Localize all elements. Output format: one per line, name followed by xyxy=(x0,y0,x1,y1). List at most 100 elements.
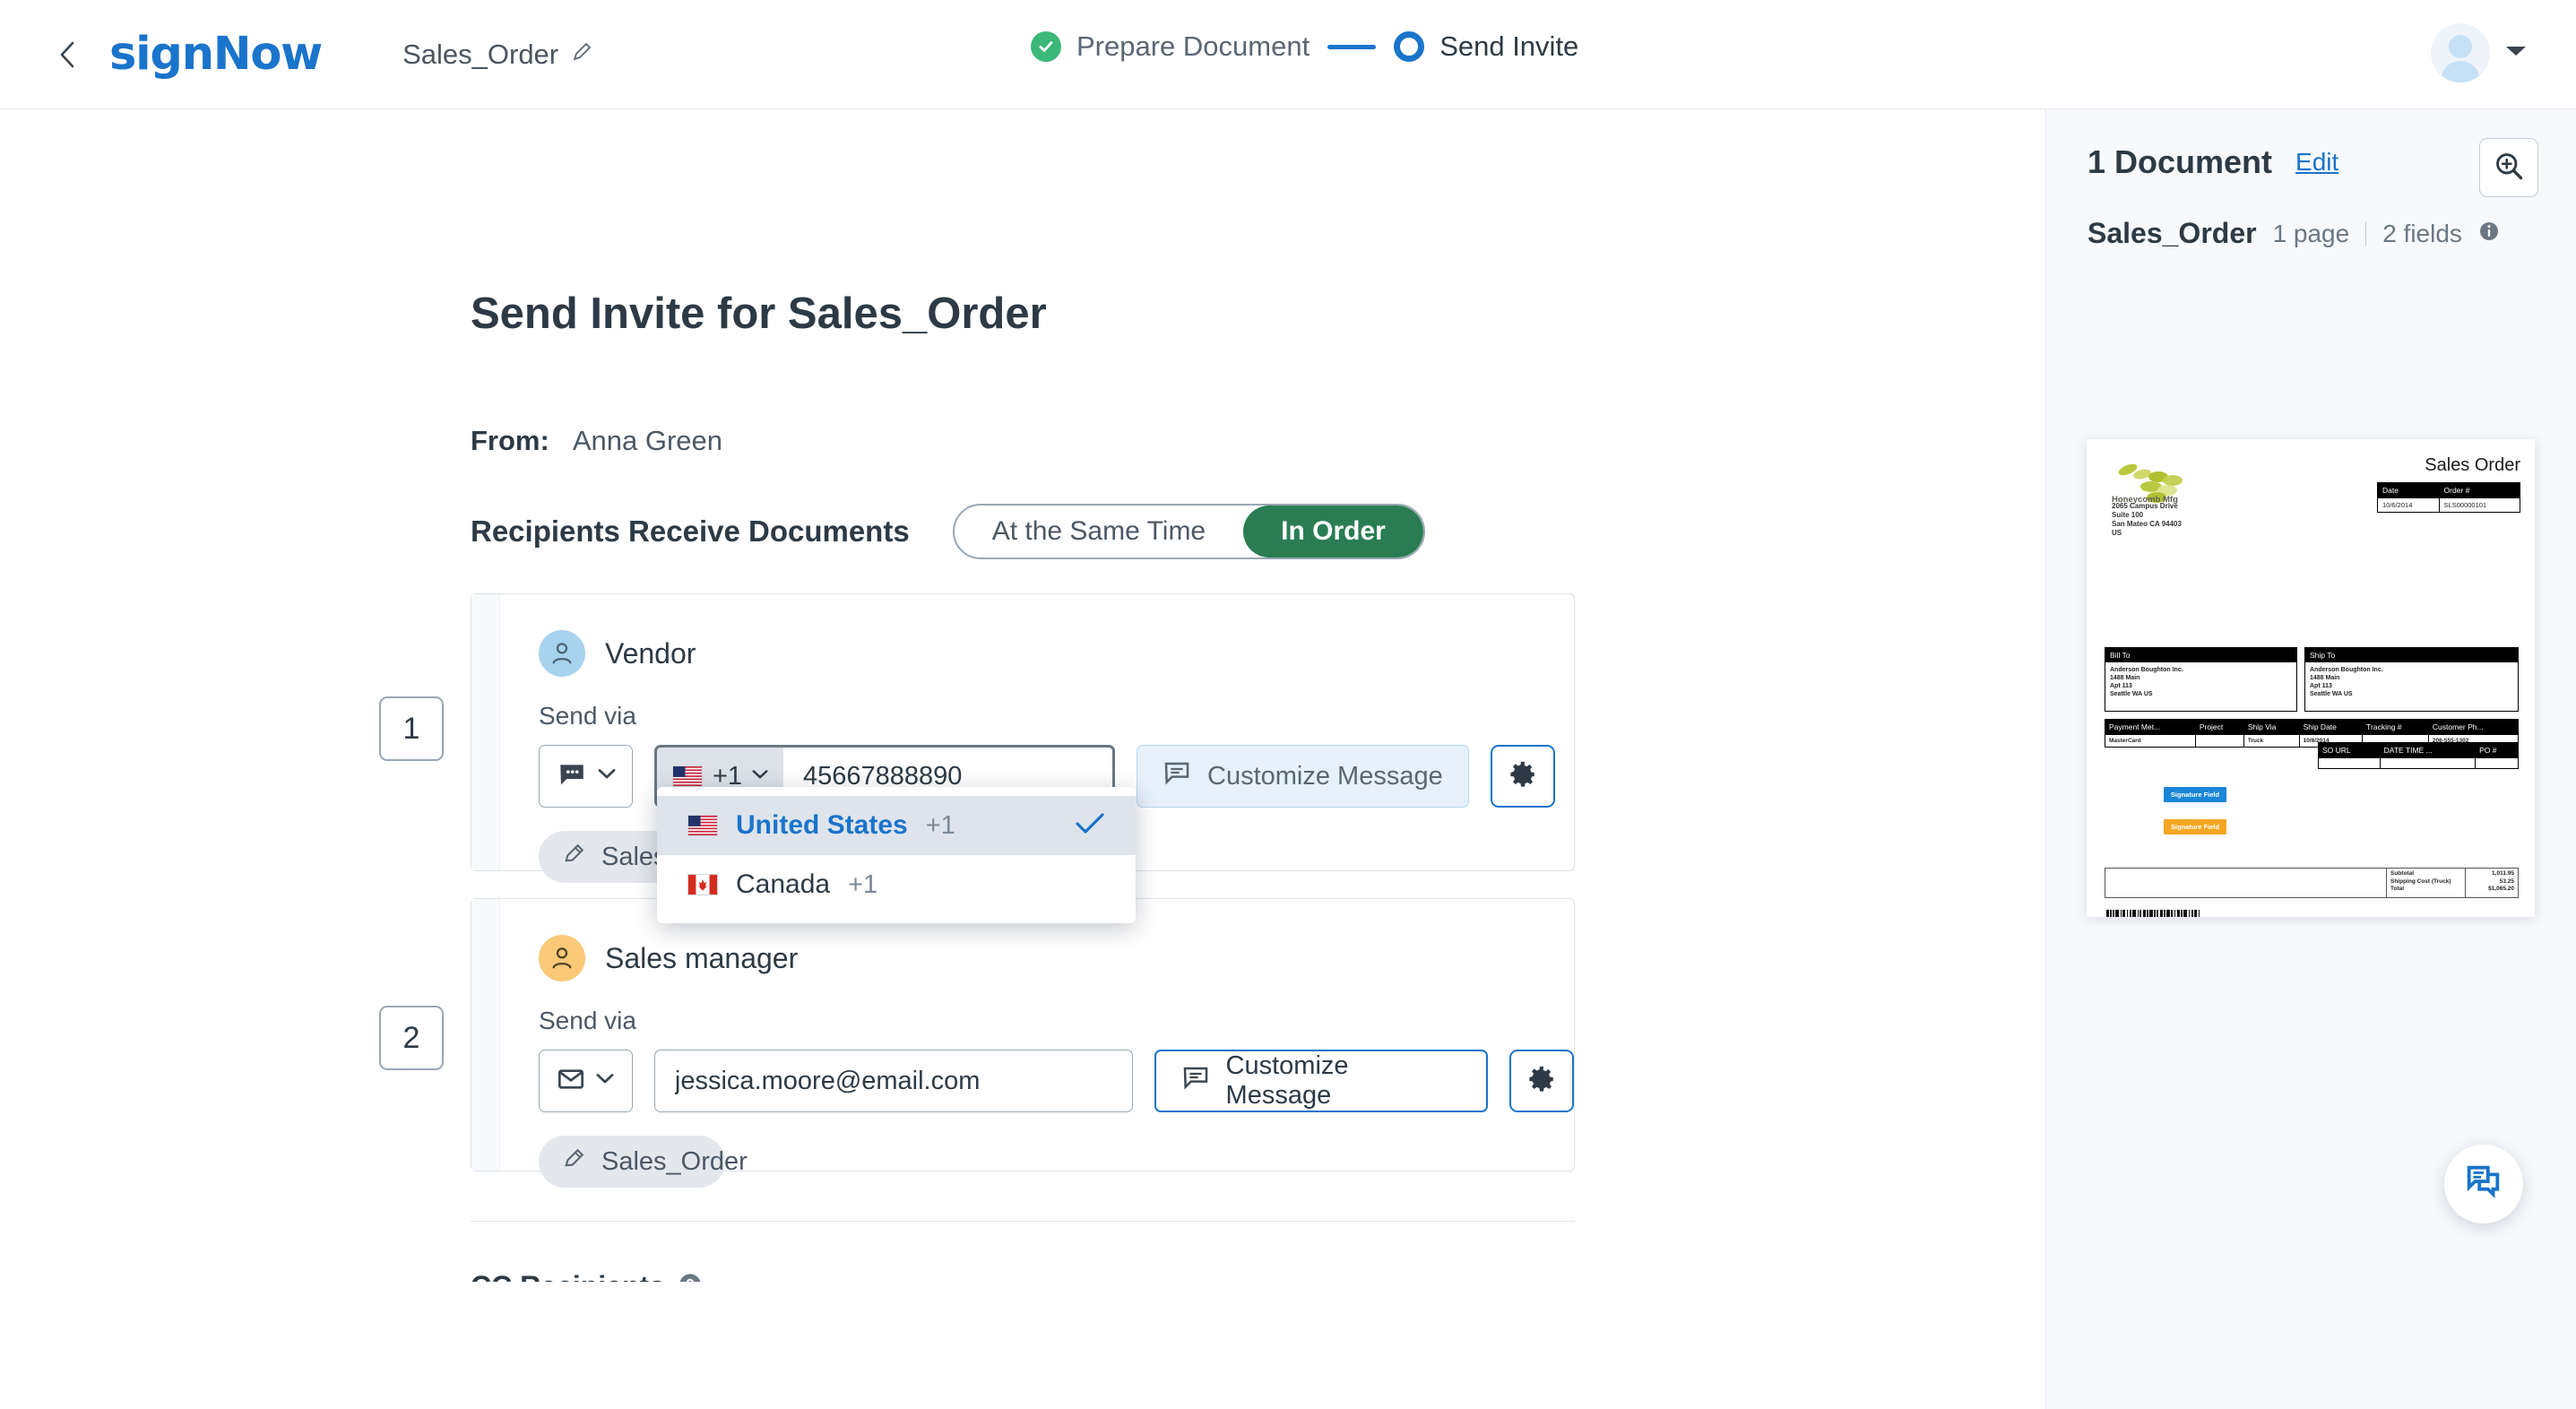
thumb-signature-field-2[interactable]: Signature Field xyxy=(2164,819,2226,834)
thumb-totals-box: Subtotal Shipping Cost (Truck) Total 1,011… xyxy=(2105,868,2519,898)
step-label-prepare: Prepare Document xyxy=(1076,30,1310,62)
country-option-canada[interactable]: Canada +1 xyxy=(657,855,1136,914)
check-icon xyxy=(1075,812,1105,840)
progress-stepper: Prepare Document Send Invite xyxy=(1031,30,1578,63)
ring-circle-icon xyxy=(1394,31,1425,62)
thumb-signature-field-1[interactable]: Signature Field xyxy=(2164,787,2226,802)
recipient-order-toggle[interactable]: At the Same Time In Order xyxy=(952,504,1425,559)
recipient-settings-button-1[interactable] xyxy=(1490,745,1555,808)
customize-message-button-1[interactable]: Customize Message xyxy=(1137,745,1469,808)
signature-pen-icon xyxy=(562,841,587,873)
pencil-icon[interactable] xyxy=(571,41,592,67)
chevron-down-icon xyxy=(752,768,768,784)
recipient-name-2: Sales manager xyxy=(605,941,799,974)
country-code-dropdown[interactable]: United States +1 Canada +1 xyxy=(657,787,1136,923)
recipient-settings-button-2[interactable] xyxy=(1509,1050,1574,1112)
email-input-2[interactable] xyxy=(653,1050,1133,1112)
thumb-ship-to-box: Ship To Anderson Boughton Inc. 1488 Main A… xyxy=(2304,647,2519,712)
recipient-card-2: Sales manager Send via Custom xyxy=(471,898,1575,1188)
thumb-order-header: Order # xyxy=(2438,482,2521,498)
recipient-header-2: Sales manager xyxy=(539,935,1574,981)
thumb-company-address: 2065 Campus Drive Suite 100 San Mateo CA 9… xyxy=(2112,502,2182,537)
send-via-label-2: Send via xyxy=(539,1007,636,1034)
document-title-group[interactable]: Sales_Order xyxy=(402,39,592,71)
thumb-order-table: Date Order # 10/6/2014 SLS00000101 xyxy=(2377,482,2521,513)
thumb-ship-to-header: Ship To xyxy=(2305,648,2518,662)
customize-message-button-2[interactable]: Customize Message xyxy=(1154,1050,1489,1112)
thumb-barcode xyxy=(2106,910,2200,917)
document-meta-row: Sales_Order 1 page 2 fields xyxy=(2088,217,2576,250)
from-value: Anna Green xyxy=(572,425,722,456)
thumb-col-shipdate: Ship Date xyxy=(2298,719,2364,735)
document-title: Sales_Order xyxy=(402,38,559,70)
user-menu[interactable] xyxy=(2431,23,2528,82)
signnow-logo[interactable]: signNow xyxy=(109,28,323,81)
page-title: Send Invite for Sales_Order xyxy=(471,290,1047,338)
chat-support-button[interactable] xyxy=(2444,1145,2523,1223)
thumb-col-payment: Payment Met... xyxy=(2105,719,2196,735)
thumb-cell-payment: MasterCard xyxy=(2105,734,2196,748)
document-thumbnail[interactable]: Honeycomb Mfg 2065 Campus Drive Suite 100… xyxy=(2087,439,2535,917)
channel-select-2[interactable] xyxy=(539,1050,633,1112)
step-connector-line xyxy=(1327,44,1377,49)
zoom-preview-button[interactable] xyxy=(2479,138,2538,197)
chevron-down-icon xyxy=(2504,44,2528,63)
document-pill-2[interactable]: Sales_Order xyxy=(539,1136,748,1188)
info-icon[interactable] xyxy=(2478,220,2500,246)
edit-documents-link[interactable]: Edit xyxy=(2295,148,2338,177)
gear-icon xyxy=(1508,759,1538,794)
step-prepare-document[interactable]: Prepare Document xyxy=(1031,30,1310,63)
country-code-canada: +1 xyxy=(848,869,878,899)
recipient-avatar-icon xyxy=(539,630,585,677)
cc-label-row: CC Recipients xyxy=(471,1270,703,1282)
thumb-cell-project xyxy=(2194,734,2244,748)
question-mark-icon[interactable] xyxy=(678,1272,703,1282)
top-header-bar: signNow Sales_Order Prepare Document Sen… xyxy=(0,0,2576,109)
toggle-at-the-same-time[interactable]: At the Same Time xyxy=(955,506,1243,558)
thumb-col-po: PO # xyxy=(2475,742,2519,758)
thumb-ship-to-body: Anderson Boughton Inc. 1488 Main Apt 113 Se… xyxy=(2310,667,2383,697)
country-name-united-states: United States xyxy=(736,810,908,840)
thumb-col-sourl: SO URL xyxy=(2318,742,2381,758)
envelope-icon xyxy=(557,1065,585,1098)
thumb-col-shipvia: Ship Via xyxy=(2243,719,2300,735)
thumb-secondary-table: SO URL DATE TIME ... PO # xyxy=(2318,742,2519,769)
thumb-col-customerph: Customer Ph... xyxy=(2427,719,2520,735)
thumb-col-project: Project xyxy=(2194,719,2244,735)
recipient-avatar-icon xyxy=(539,935,585,981)
back-button[interactable] xyxy=(52,39,82,70)
country-code-united-states: +1 xyxy=(925,810,955,840)
document-name: Sales_Order xyxy=(2088,217,2257,249)
from-label: From: xyxy=(471,425,549,456)
us-flag-icon xyxy=(687,815,718,836)
thumb-date-header: Date xyxy=(2377,482,2440,498)
gear-icon xyxy=(1526,1064,1557,1099)
cc-recipients-label: CC Recipients xyxy=(471,1270,665,1282)
chat-bubbles-icon xyxy=(2463,1162,2504,1207)
step-label-send-invite: Send Invite xyxy=(1439,30,1579,62)
country-option-united-states[interactable]: United States +1 xyxy=(657,796,1136,855)
recipient-order-number-2[interactable]: 2 xyxy=(379,1006,444,1070)
recipient-order-row: Recipients Receive Documents At the Same… xyxy=(471,504,1425,559)
main-content-area: Send Invite for Sales_Order From: Anna G… xyxy=(0,109,2045,1282)
customize-message-label-2: Customize Message xyxy=(1225,1051,1349,1110)
document-page-count: 1 page xyxy=(2272,219,2350,247)
document-field-count: 2 fields xyxy=(2382,219,2462,247)
zoom-in-icon xyxy=(2493,150,2525,186)
channel-select-1[interactable] xyxy=(539,745,633,808)
user-avatar-icon xyxy=(2431,23,2490,82)
chevron-down-icon xyxy=(596,1073,614,1089)
thumb-total-values: 1,011.95 53.25 $1,065.20 xyxy=(2488,870,2514,892)
check-circle-icon xyxy=(1031,31,1061,62)
document-count-title: 1 Document xyxy=(2088,143,2273,180)
thumb-bill-to-body: Anderson Boughton Inc. 1488 Main Apt 113 Se… xyxy=(2110,667,2183,697)
recipient-name-1: Vendor xyxy=(605,636,696,670)
sms-message-icon xyxy=(557,759,587,794)
recipient-order-number-1[interactable]: 1 xyxy=(379,696,444,761)
toggle-in-order[interactable]: In Order xyxy=(1243,506,1423,558)
us-flag-icon xyxy=(671,765,703,787)
meta-separator xyxy=(2365,220,2367,246)
step-send-invite[interactable]: Send Invite xyxy=(1394,30,1578,63)
recipient-header-1: Vendor xyxy=(539,630,1574,677)
chevron-left-icon xyxy=(56,39,79,70)
